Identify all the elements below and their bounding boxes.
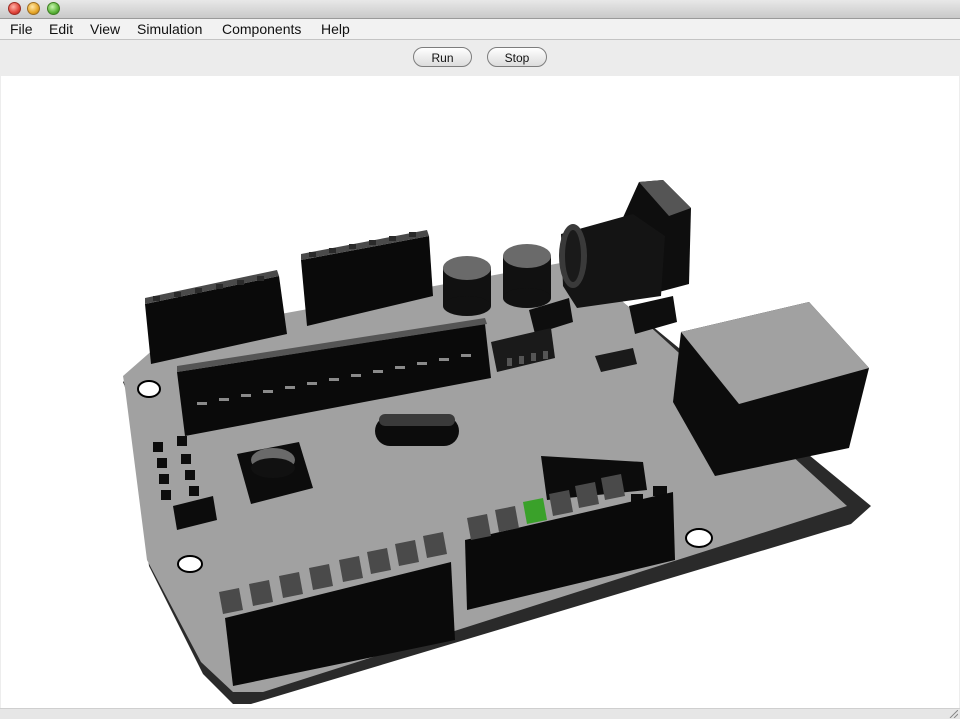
close-window-icon[interactable]	[8, 2, 21, 15]
menu-simulation[interactable]: Simulation	[137, 19, 202, 39]
arduino-board-3d[interactable]	[1, 76, 959, 708]
header-key-icon	[395, 540, 419, 566]
run-button[interactable]: Run	[413, 47, 472, 67]
minimize-window-icon[interactable]	[27, 2, 40, 15]
stop-button[interactable]: Stop	[487, 47, 547, 67]
header-key-icon	[219, 588, 243, 614]
menu-file[interactable]: File	[10, 19, 33, 39]
header-key-icon	[367, 548, 391, 574]
header-key-icon	[339, 556, 363, 582]
menu-view[interactable]: View	[90, 19, 120, 39]
header-key-icon	[575, 482, 599, 508]
header-key-icon	[495, 506, 519, 532]
header-key-icon	[423, 532, 447, 558]
status-bar	[0, 708, 960, 719]
mounting-hole-icon	[685, 528, 713, 548]
resize-grip-icon[interactable]	[948, 710, 958, 718]
menu-edit[interactable]: Edit	[49, 19, 73, 39]
menu-help[interactable]: Help	[321, 19, 350, 39]
3d-viewport[interactable]	[1, 76, 959, 708]
menu-components[interactable]: Components	[222, 19, 301, 39]
menu-bar: File Edit View Simulation Components Hel…	[0, 19, 960, 40]
mounting-hole-icon	[137, 380, 161, 398]
zoom-window-icon[interactable]	[47, 2, 60, 15]
header-key-icon	[601, 474, 625, 500]
mounting-hole-icon	[177, 555, 203, 573]
header-key-icon	[309, 564, 333, 590]
header-key-icon	[249, 580, 273, 606]
toolbar: Run Stop	[0, 40, 960, 76]
active-led-icon	[523, 498, 547, 524]
header-key-icon	[549, 490, 573, 516]
title-bar	[0, 0, 960, 19]
header-key-icon	[279, 572, 303, 598]
header-key-icon	[467, 514, 491, 540]
